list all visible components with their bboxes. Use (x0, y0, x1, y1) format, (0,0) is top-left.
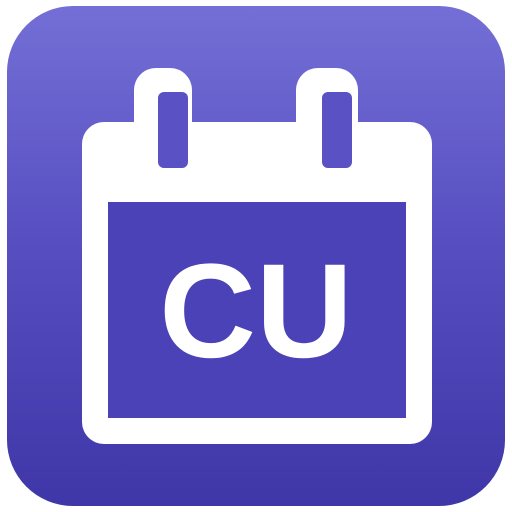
calendar-label-text: CU (159, 237, 353, 386)
calendar-icon: CU (82, 68, 432, 444)
calendar-ring-right-hole (322, 92, 352, 168)
calendar-ring-left-hole (158, 92, 188, 168)
